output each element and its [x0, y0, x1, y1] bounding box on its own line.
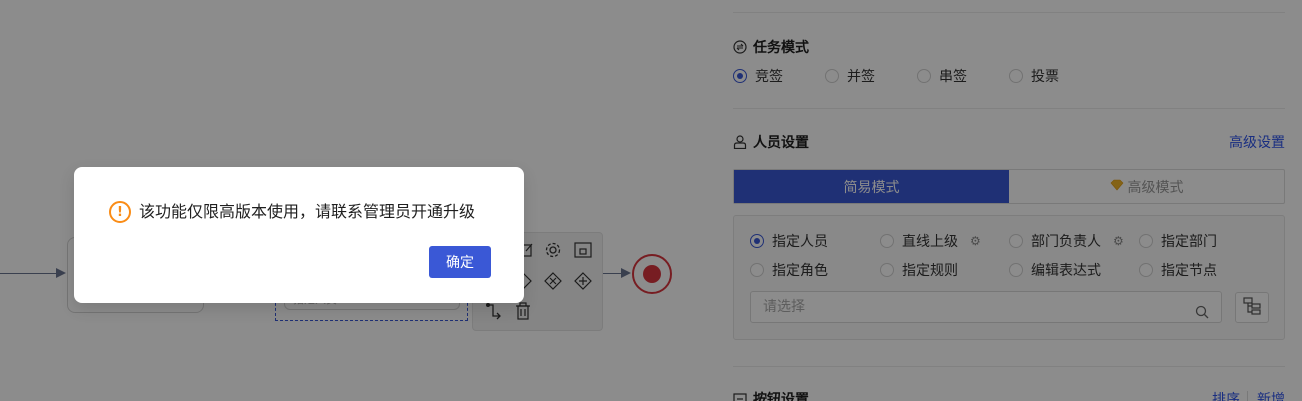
modal-message: 该功能仅限高版本使用，请联系管理员开通升级	[139, 202, 476, 221]
warning-icon: !	[109, 201, 131, 223]
upgrade-modal: ! 该功能仅限高版本使用，请联系管理员开通升级 确定	[74, 167, 524, 303]
ok-button[interactable]: 确定	[429, 246, 491, 278]
